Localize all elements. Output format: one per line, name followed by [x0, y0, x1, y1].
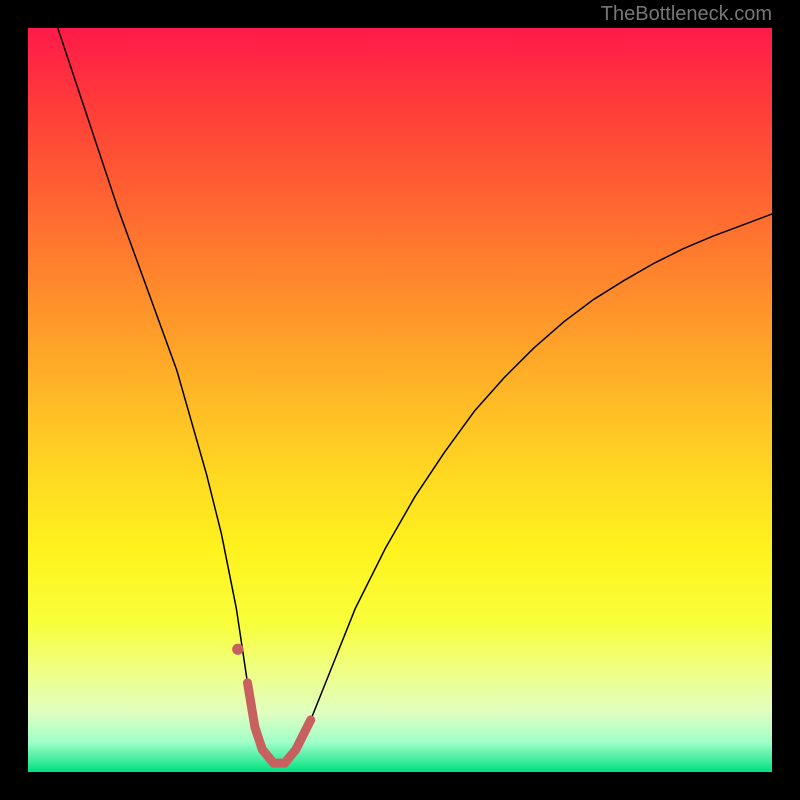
- chart-canvas: [28, 28, 772, 772]
- chart-point: [232, 644, 243, 655]
- watermark-label: TheBottleneck.com: [601, 3, 772, 26]
- chart-plot-area: [28, 28, 772, 772]
- chart-series-highlight-band: [247, 683, 310, 763]
- chart-series-bottleneck-curve: [58, 28, 772, 763]
